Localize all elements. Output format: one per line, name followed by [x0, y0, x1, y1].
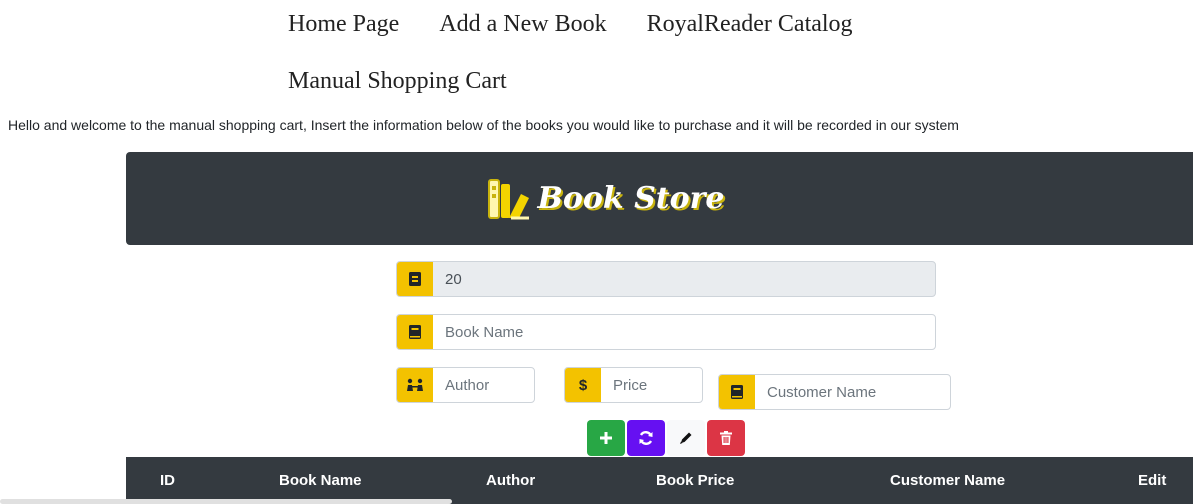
page-title: Manual Shopping Cart	[288, 68, 507, 94]
nav-add-book-link[interactable]: Add a New Book	[439, 8, 606, 40]
sync-icon	[639, 431, 653, 445]
id-card-icon	[409, 272, 421, 286]
header-book-price: Book Price	[656, 472, 735, 489]
store-banner: Book Store	[126, 152, 1193, 245]
header-id: ID	[160, 472, 175, 489]
author-field[interactable]	[396, 367, 535, 403]
book-icon	[409, 325, 421, 339]
edit-button[interactable]	[667, 420, 705, 456]
author-input[interactable]	[433, 368, 534, 402]
customer-addon	[719, 375, 755, 409]
refresh-button[interactable]	[627, 420, 665, 456]
nav-home-link[interactable]: Home Page	[288, 8, 399, 40]
book-id-field	[396, 261, 936, 297]
book-icon	[731, 385, 743, 399]
book-name-input[interactable]	[433, 315, 935, 349]
author-addon	[397, 368, 433, 402]
book-addon	[397, 315, 433, 349]
header-edit: Edit	[1138, 472, 1167, 489]
pencil-icon	[680, 432, 692, 444]
price-addon: $	[565, 368, 601, 402]
books-table-header: ID Book Name Author Book Price Customer …	[126, 457, 1193, 504]
header-author: Author	[486, 472, 536, 489]
books-icon	[488, 178, 530, 219]
horizontal-scrollbar[interactable]	[0, 499, 452, 504]
header-book-name: Book Name	[279, 472, 362, 489]
book-name-field[interactable]	[396, 314, 936, 350]
banner-title: Book Store	[537, 181, 725, 216]
top-nav: Home Page Add a New Book RoyalReader Cat…	[288, 8, 893, 40]
welcome-text: Hello and welcome to the manual shopping…	[8, 117, 959, 133]
book-id-input	[433, 262, 935, 296]
people-icon	[407, 378, 423, 391]
add-button[interactable]	[587, 420, 625, 456]
customer-name-field[interactable]	[718, 374, 951, 410]
id-badge-addon	[397, 262, 433, 296]
price-input[interactable]	[601, 368, 702, 402]
delete-button[interactable]	[707, 420, 745, 456]
nav-catalog-link[interactable]: RoyalReader Catalog	[647, 8, 853, 40]
price-field[interactable]: $	[564, 367, 703, 403]
plus-icon	[600, 432, 612, 444]
store-logo: Book Store	[487, 178, 725, 220]
dollar-icon: $	[578, 376, 588, 394]
trash-icon	[720, 431, 732, 445]
header-customer-name: Customer Name	[890, 472, 1006, 489]
customer-name-input[interactable]	[755, 375, 950, 409]
